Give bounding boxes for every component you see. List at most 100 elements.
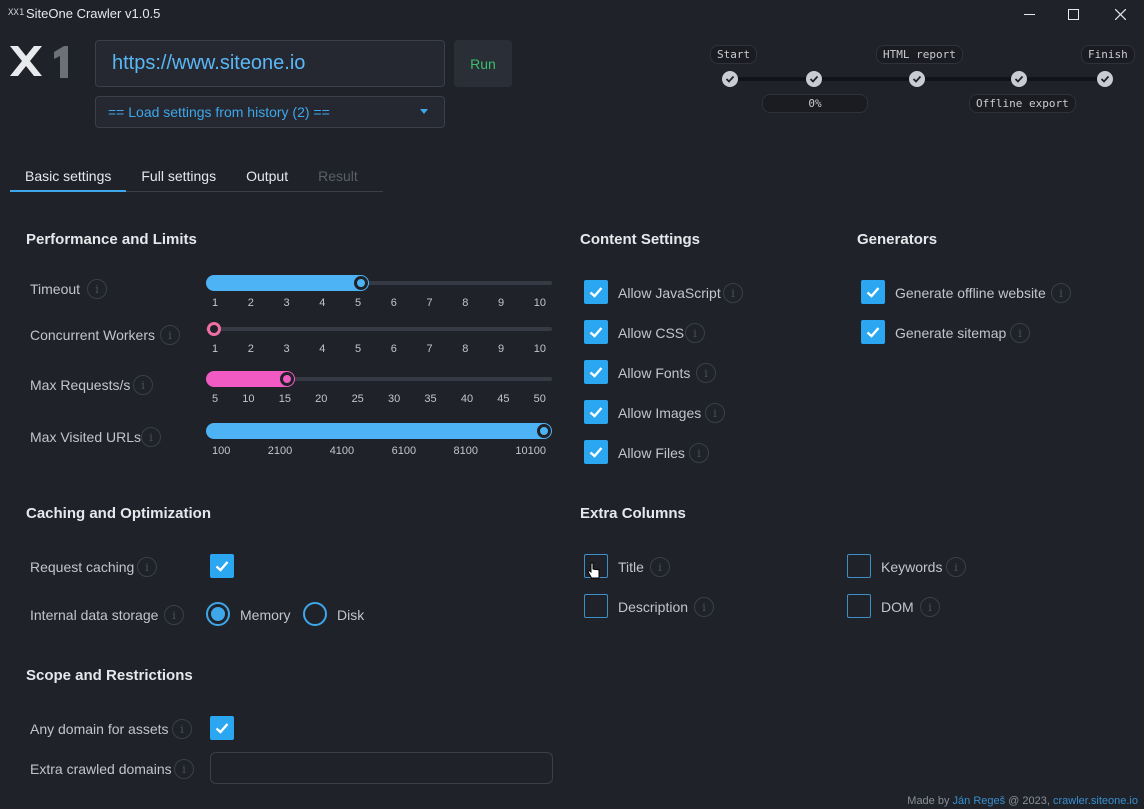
content-option-checkbox-3[interactable] (584, 400, 608, 424)
radio-memory[interactable] (206, 602, 230, 626)
slider-tick-label: 9 (498, 343, 505, 355)
check-icon (809, 75, 819, 83)
info-icon[interactable]: i (87, 279, 107, 299)
history-select[interactable]: == Load settings from history (2) == (95, 96, 445, 128)
slider-knob[interactable] (537, 424, 551, 438)
content-option-label-2: Allow Fonts (618, 365, 691, 381)
step-label-offline-export: Offline export (969, 94, 1076, 113)
close-icon[interactable] (1097, 0, 1143, 28)
info-icon[interactable]: i (172, 719, 192, 739)
content-option-label-1: Allow CSS (618, 325, 685, 341)
info-icon[interactable]: i (1051, 283, 1071, 303)
slider-tick-label: 3 (283, 297, 290, 309)
info-icon[interactable]: i (133, 375, 153, 395)
keywords-column-label: Keywords (881, 559, 943, 575)
info-icon[interactable]: i (160, 325, 180, 345)
radio-disk[interactable] (303, 602, 327, 626)
extra-domains-input[interactable] (210, 752, 553, 784)
url-input[interactable] (96, 41, 444, 86)
slider-tick-label: 6 (390, 343, 397, 355)
info-icon[interactable]: i (705, 403, 725, 423)
slider-tick-label: 4 (319, 297, 326, 309)
section-title-content: Content Settings (580, 231, 700, 248)
info-icon[interactable]: i (174, 759, 194, 779)
slider-track[interactable] (206, 322, 552, 336)
tab-bar: Basic settings Full settings Output Resu… (10, 162, 383, 192)
tab-result: Result (318, 168, 358, 184)
info-icon[interactable]: i (920, 597, 940, 617)
info-icon[interactable]: i (689, 443, 709, 463)
check-icon (866, 327, 880, 338)
slider-ticks: 1 2 3 4 5 6 7 8 9 10 (212, 297, 546, 309)
check-icon (215, 561, 229, 572)
slider-tick-label: 8 (462, 297, 469, 309)
history-select-label: == Load settings from history (2) == (108, 104, 330, 120)
slider-tick-label: 8100 (453, 445, 478, 457)
slider-tick-label: 2 (247, 297, 254, 309)
request-caching-label: Request caching (30, 559, 135, 575)
url-field-container (95, 40, 445, 87)
info-icon[interactable]: i (164, 605, 184, 625)
keywords-column-checkbox[interactable] (847, 554, 871, 578)
radio-disk-label: Disk (337, 607, 365, 623)
step-dot-start (722, 71, 738, 87)
title-column-label: Title (618, 559, 644, 575)
generator-option-checkbox-1[interactable] (861, 320, 885, 344)
generator-option-checkbox-0[interactable] (861, 280, 885, 304)
slider-tick-label: 7 (426, 343, 433, 355)
hand-cursor-icon (587, 562, 601, 585)
generator-option-label-1: Generate sitemap (895, 325, 1007, 341)
any-domain-checkbox[interactable] (210, 716, 234, 740)
slider-knob[interactable] (353, 276, 368, 290)
description-column-checkbox[interactable] (584, 594, 608, 618)
run-button[interactable]: Run (454, 40, 512, 87)
request-caching-checkbox[interactable] (210, 554, 234, 578)
slider-tick-label: 2100 (267, 445, 293, 457)
section-title-performance: Performance and Limits (26, 231, 197, 248)
site-link[interactable]: crawler.siteone.io (1053, 795, 1138, 807)
slider-tick-label: 30 (387, 393, 401, 405)
minimize-icon[interactable] (1006, 0, 1052, 28)
title-bar: XX1 SiteOne Crawler v1.0.5 (0, 0, 1144, 28)
slider-tick-label: 100 (212, 445, 231, 457)
slider-track[interactable] (206, 371, 552, 387)
siteone-logo (10, 44, 80, 84)
info-icon[interactable]: i (1010, 323, 1030, 343)
slider-tick-label: 5 (355, 297, 362, 309)
tab-full-settings[interactable]: Full settings (126, 162, 231, 192)
info-icon[interactable]: i (650, 557, 670, 577)
any-domain-label: Any domain for assets (30, 721, 169, 737)
info-icon[interactable]: i (685, 323, 705, 343)
check-icon (1100, 75, 1110, 83)
content-option-checkbox-4[interactable] (584, 440, 608, 464)
check-icon (589, 327, 603, 338)
slider-ticks: 100 2100 4100 6100 8100 10100 (212, 445, 546, 457)
slider-track[interactable] (206, 275, 552, 291)
content-option-checkbox-1[interactable] (584, 320, 608, 344)
info-icon[interactable]: i (694, 597, 714, 617)
slider-label: Max Visited URLs (30, 429, 142, 445)
tab-basic-settings[interactable]: Basic settings (10, 162, 127, 192)
check-icon (866, 287, 880, 298)
author-link[interactable]: Ján Regeš (953, 795, 1006, 807)
info-icon[interactable]: i (723, 283, 743, 303)
slider-ticks: 5 10 15 20 25 30 35 40 45 50 (212, 393, 546, 405)
content-option-checkbox-2[interactable] (584, 360, 608, 384)
slider-tick-label: 5 (212, 393, 219, 405)
info-icon[interactable]: i (946, 557, 966, 577)
check-icon (589, 367, 603, 378)
content-option-checkbox-0[interactable] (584, 280, 608, 304)
slider-knob[interactable] (207, 322, 221, 336)
check-icon (589, 447, 603, 458)
section-title-extra-columns: Extra Columns (580, 505, 686, 522)
slider-tick-label: 1 (212, 297, 219, 309)
step-dot-finish (1097, 71, 1113, 87)
maximize-icon[interactable] (1050, 0, 1096, 28)
slider-track[interactable] (206, 423, 552, 439)
info-icon[interactable]: i (141, 427, 161, 447)
tab-output[interactable]: Output (231, 162, 303, 192)
slider-fill (206, 423, 552, 439)
info-icon[interactable]: i (137, 557, 157, 577)
dom-column-checkbox[interactable] (847, 594, 871, 618)
info-icon[interactable]: i (696, 363, 716, 383)
